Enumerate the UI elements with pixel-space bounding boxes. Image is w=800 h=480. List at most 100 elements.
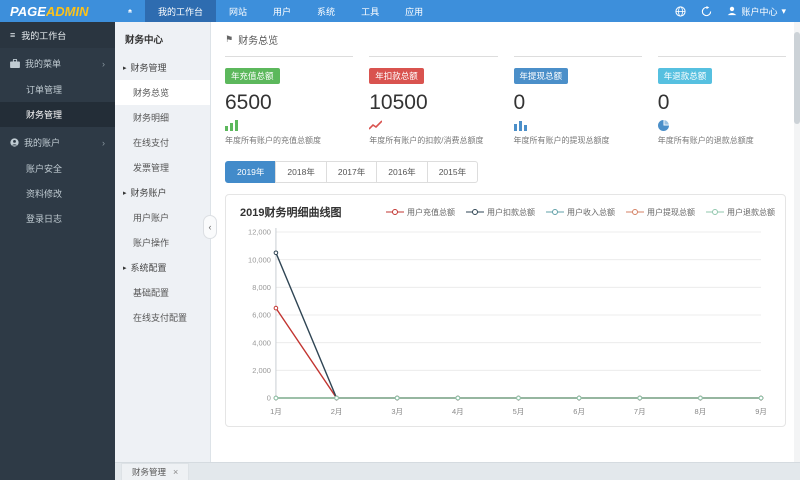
sidebar-item-login-log[interactable]: 登录日志 <box>0 206 115 231</box>
submenu-group-system-config[interactable]: ▸ 系统配置 <box>115 255 210 280</box>
app-logo[interactable]: PAGE ADMIN <box>0 0 115 22</box>
submenu-item-online-payment[interactable]: 在线支付 <box>115 130 210 155</box>
chart-title: 2019财务明细曲线图 <box>240 207 342 219</box>
svg-text:2,000: 2,000 <box>252 366 271 375</box>
stat-value: 0 <box>513 91 526 114</box>
caret-icon: ▸ <box>123 189 127 197</box>
refresh-icon[interactable] <box>701 5 712 17</box>
svg-text:10,000: 10,000 <box>248 255 271 264</box>
stat-description: 年度所有账户的充值总额度 <box>225 136 321 145</box>
stat-card-deduction: 年扣款总额 10500 年度所有账户的扣款/消费总额度 <box>368 56 498 146</box>
nav-item-tools[interactable]: 工具 <box>348 0 392 22</box>
svg-text:7月: 7月 <box>634 407 646 416</box>
submenu-item-invoice-management[interactable]: 发票管理 <box>115 155 210 180</box>
nav-item-workbench[interactable]: 我的工作台 <box>145 0 217 22</box>
account-label: 账户中心 <box>741 6 778 17</box>
tab-2016[interactable]: 2016年 <box>376 161 428 183</box>
open-tabs-bar: 财务管理 × <box>115 462 800 480</box>
status-badge: 年退款总额 <box>657 68 713 84</box>
account-menu[interactable]: 账户中心 ▾ <box>727 5 786 18</box>
tab-2018[interactable]: 2018年 <box>275 161 327 183</box>
svg-text:9月: 9月 <box>755 407 767 416</box>
sidebar-item-finance-management[interactable]: 财务管理 <box>0 102 115 127</box>
svg-text:5月: 5月 <box>513 407 525 416</box>
stat-description: 年度所有账户的退款总额度 <box>657 136 754 145</box>
scrollbar-thumb[interactable] <box>794 32 800 124</box>
tab-2017[interactable]: 2017年 <box>325 161 378 183</box>
stat-description: 年度所有账户的扣款/消费总额度 <box>369 136 484 145</box>
submenu-item-account-operation[interactable]: 账户操作 <box>115 230 210 255</box>
nav-item-system[interactable]: 系统 <box>304 0 348 22</box>
tab-2019[interactable]: 2019年 <box>225 161 277 183</box>
legend-item[interactable]: 用户充值总额 <box>386 207 455 218</box>
stat-card-recharge: 年充值总额 6500 年度所有账户的充值总额度 <box>225 56 354 146</box>
bar-chart-icon <box>225 118 353 131</box>
close-icon[interactable]: × <box>173 467 178 477</box>
nav-item-apps[interactable]: 应用 <box>392 0 436 22</box>
globe-icon[interactable] <box>675 5 687 17</box>
stat-description: 年度所有账户的提现总额度 <box>513 136 610 145</box>
year-tabs: 2019年 2018年 2017年 2016年 2015年 <box>225 161 786 183</box>
stat-cards: 年充值总额 6500 年度所有账户的充值总额度 年扣款总额 10500 年度所有… <box>225 56 786 146</box>
submenu-item-user-account[interactable]: 用户账户 <box>115 205 210 230</box>
bar-chart-icon <box>513 118 642 131</box>
svg-text:4,000: 4,000 <box>252 338 271 347</box>
home-icon <box>128 9 132 13</box>
stat-value: 0 <box>657 91 670 114</box>
pie-chart-icon <box>657 118 786 131</box>
chart-panel: 2019财务明细曲线图 用户充值总额 用户扣款总额 用户收入总额 用户提现总额 用户退款… <box>225 194 786 427</box>
nav-item-site[interactable]: 网站 <box>216 0 260 22</box>
legend-item[interactable]: 用户扣款总额 <box>466 207 535 218</box>
sidebar-item-order-management[interactable]: 订单管理 <box>0 77 115 102</box>
briefcase-icon <box>10 59 20 68</box>
sidebar-item-account-security[interactable]: 账户安全 <box>0 156 115 181</box>
user-icon <box>728 6 737 16</box>
submenu-item-online-payment-config[interactable]: 在线支付配置 <box>115 305 210 330</box>
page-title: 财务总览 <box>238 36 279 47</box>
sidebar-collapse-button[interactable]: ‹ <box>203 215 217 239</box>
stat-card-refund: 年退款总额 0 年度所有账户的退款总额度 <box>657 56 786 146</box>
legend-item[interactable]: 用户提现总额 <box>626 207 695 218</box>
flag-icon: ⚑ <box>225 34 234 44</box>
sidebar-item-profile-edit[interactable]: 资料修改 <box>0 181 115 206</box>
svg-text:1月: 1月 <box>270 407 282 416</box>
footer-tab-finance-management[interactable]: 财务管理 × <box>121 463 190 480</box>
sidebar-group-my-menu[interactable]: 我的菜单 › <box>0 48 115 77</box>
legend-item[interactable]: 用户退款总额 <box>706 207 775 218</box>
legend-label: 用户退款总额 <box>727 207 775 217</box>
chevron-right-icon: › <box>102 58 105 69</box>
main-content: ⚑ 财务总览 年充值总额 6500 年度所有账户的充值总额度 年扣款总额 105… <box>211 22 800 462</box>
legend-label: 用户充值总额 <box>407 207 455 217</box>
submenu-item-basic-config[interactable]: 基础配置 <box>115 280 210 305</box>
caret-down-icon: ▾ <box>781 5 786 16</box>
logo-text-admin: ADMIN <box>45 3 89 19</box>
legend-label: 用户提现总额 <box>647 207 695 217</box>
submenu-item-finance-detail[interactable]: 财务明细 <box>115 105 210 130</box>
submenu-group-finance-management[interactable]: ▸ 财务管理 <box>115 55 210 80</box>
legend-item[interactable]: 用户收入总额 <box>546 207 615 218</box>
tab-2015[interactable]: 2015年 <box>426 161 479 183</box>
status-badge: 年充值总额 <box>225 68 280 84</box>
logo-text-page: PAGE <box>10 3 46 19</box>
svg-text:3月: 3月 <box>391 407 403 416</box>
hamburger-icon: ≡ <box>10 30 16 40</box>
user-circle-icon <box>10 138 19 147</box>
nav-item-users[interactable]: 用户 <box>260 0 304 22</box>
sidebar-group-my-account[interactable]: 我的账户 › <box>0 127 115 156</box>
home-nav-button[interactable] <box>115 0 145 22</box>
top-navbar: PAGE ADMIN 我的工作台 网站 用户 系统 工具 应用 账户中心 ▾ <box>0 0 800 22</box>
status-badge: 年提现总额 <box>513 68 569 84</box>
stat-value: 10500 <box>369 91 428 114</box>
svg-text:2月: 2月 <box>331 407 343 416</box>
submenu-group-finance-account[interactable]: ▸ 财务账户 <box>115 180 210 205</box>
svg-text:6,000: 6,000 <box>252 311 271 320</box>
legend-marker-icon <box>386 209 404 215</box>
caret-icon: ▸ <box>123 264 127 272</box>
submenu-item-finance-overview[interactable]: 财务总览 <box>115 80 210 105</box>
primary-sidebar: ≡ 我的工作台 我的菜单 › 订单管理 财务管理 我的账户 › 账户安全 资料修… <box>0 22 115 480</box>
caret-icon: ▸ <box>123 64 127 72</box>
svg-text:4月: 4月 <box>452 407 464 416</box>
chevron-right-icon: › <box>102 137 105 148</box>
svg-text:6月: 6月 <box>573 407 585 416</box>
sidebar-header-workbench[interactable]: ≡ 我的工作台 <box>0 22 115 48</box>
